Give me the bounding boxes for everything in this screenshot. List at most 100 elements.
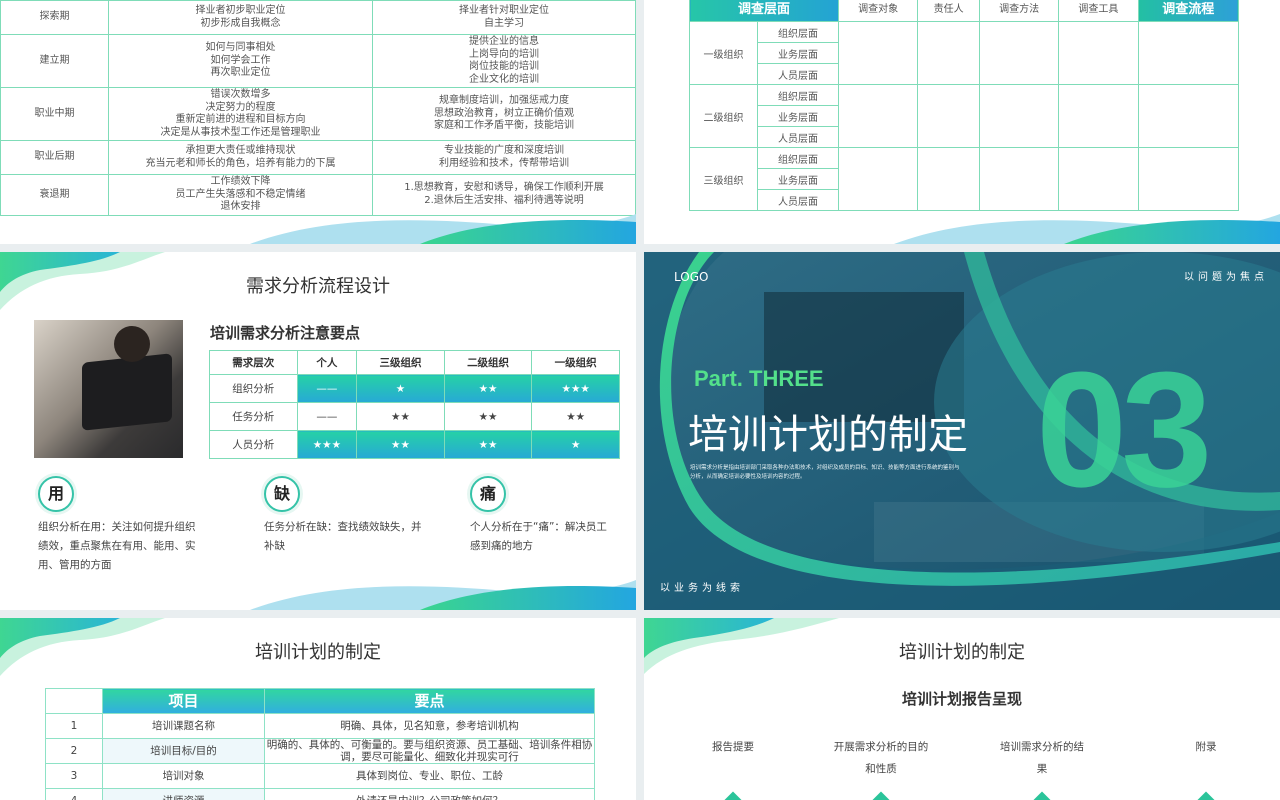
table-row: 组织分析 —— ★ ★★ ★★★	[209, 374, 620, 403]
header-column: 调查方法	[978, 0, 1060, 22]
slide-title: 培训计划的制定	[899, 642, 1025, 663]
table-row: 任务分析 —— ★★ ★★ ★★	[209, 402, 620, 431]
empty-cell	[917, 21, 980, 85]
cell-line: 思想政治教育，树立正确价值观	[434, 107, 574, 119]
slide-demand-analysis[interactable]: 需求分析流程设计 培训需求分析注意要点 需求层次 个人 三级组织 二级组织 一级组织 组织…	[0, 252, 636, 610]
sublevel-cell: 人员层面	[757, 189, 839, 211]
row-number: 4	[45, 788, 103, 800]
cell-line: 家庭和工作矛盾平衡，技能培训	[434, 120, 574, 132]
stage-training-cell: 专业技能的广度和深度培训 利用经验和技术，传帮带培训	[372, 140, 636, 175]
rating-cell: ★★	[443, 430, 533, 459]
stage-training-cell: 规章制度培训，加强惩戒力度 思想政治教育，树立正确价值观 家庭和工作矛盾平衡，技能培…	[372, 87, 636, 141]
header-cell: 个人	[296, 350, 358, 375]
cell-line: 初步形成自我概念	[200, 17, 281, 29]
rating-cell: ——	[296, 402, 358, 431]
cell-line: 员工产生失落感和不稳定情绪	[175, 188, 306, 200]
sublevel-cell: 业务层面	[757, 105, 839, 127]
rating-cell: ★★	[356, 402, 445, 431]
table-heading: 培训需求分析注意要点	[210, 324, 361, 342]
empty-cell	[837, 147, 919, 211]
cell-line: 企业文化的培训	[469, 73, 539, 85]
cell-line: 决定努力的程度	[205, 101, 276, 113]
cell-line: 择业者针对职业定位	[459, 5, 549, 16]
level-cell: 三级组织	[689, 147, 758, 211]
cell-line: 1.思想教育，安慰和诱导，确保工作顺利开展	[404, 182, 604, 194]
table-row: 2 培训目标/目的 明确的、具体的、可衡量的。要与组织资源、员工基础、培训条件相协调…	[45, 738, 595, 764]
logo: LOGO	[674, 270, 709, 284]
part-label: Part. THREE	[694, 366, 824, 391]
person-head-shape	[114, 326, 150, 362]
slide-section-cover[interactable]: LOGO 以问题为焦点 03 Part. THREE 培训计划的制定 培训需求分…	[644, 252, 1280, 610]
cell-line: 如何学会工作	[210, 54, 271, 66]
header-cell: 三级组织	[356, 350, 445, 375]
row-item: 讲师资源	[102, 788, 265, 800]
rating-cell: ★★	[443, 374, 533, 403]
row-label-cell: 任务分析	[209, 402, 298, 431]
table-row: 一级组织 组织层面	[689, 21, 1239, 85]
decorative-wave	[250, 214, 636, 244]
rating-cell: ★★★	[296, 430, 358, 459]
row-point: 外请还是内训？公司政策如何？	[264, 788, 595, 800]
point-description: 组织分析在用：关注如何提升组织绩效，重点聚焦在有用、能用、实用、管用的方面	[38, 521, 196, 571]
header-item: 项目	[102, 688, 265, 714]
stage-cell: 职业后期	[0, 140, 109, 175]
table-row: 职业后期 承担更大责任或维持现状 充当元老和师长的角色，培养有能力的下属 专业技能的广…	[0, 140, 636, 175]
cell-line: 规章制度培训，加强惩戒力度	[439, 95, 569, 107]
cell-line: 如何与同事相处	[205, 42, 276, 54]
row-label-cell: 组织分析	[209, 374, 298, 403]
empty-cell	[1058, 147, 1139, 211]
rating-cell: ★★	[531, 402, 620, 431]
header-survey-level: 调查层面	[689, 0, 839, 22]
header-column: 调查对象	[837, 0, 919, 22]
point-badge-icon: 用	[38, 476, 74, 512]
empty-cell	[837, 21, 919, 85]
sublevel-cell: 组织层面	[757, 84, 839, 106]
section-number: 03	[1036, 338, 1212, 521]
header-number	[45, 688, 103, 714]
slide-report-presentation[interactable]: 培训计划的制定 培训计划报告呈现 报告提要 开展需求分析的目的和性质 培训需求分析的…	[644, 618, 1280, 800]
header-cell: 一级组织	[531, 350, 620, 375]
point-description: 任务分析在缺：查找绩效缺失，并补缺	[264, 521, 422, 552]
cell-line: 承担更大责任或维持现状	[185, 145, 296, 156]
report-item-label: 报告提要	[712, 741, 754, 753]
point-badge-icon: 痛	[470, 476, 506, 512]
table-row: 三级组织 组织层面	[689, 147, 1239, 211]
row-point: 明确、具体，见名知意，参考培训机构	[264, 713, 595, 739]
rating-cell: ——	[296, 374, 358, 403]
sublevel-cell: 业务层面	[757, 168, 839, 190]
stage-cell: 建立期	[0, 34, 109, 88]
table-row: 人员分析 ★★★ ★★ ★★ ★	[209, 430, 620, 459]
slide-career-stages[interactable]: 探索期 择业者初步职业定位 初步形成自我概念 择业者针对职业定位 自主学习 建立期 如何与同…	[0, 0, 636, 244]
empty-cell	[1137, 147, 1239, 211]
table-row: 3 培训对象 具体到岗位、专业、职位、工龄	[45, 763, 595, 789]
table-row: 4讲师资源外请还是内训？公司政策如何？	[45, 788, 595, 800]
stage-training-cell: 提供企业的信息 上岗导向的培训 岗位技能的培训 企业文化的培训	[372, 34, 636, 88]
header-row: 调查层面 调查对象 责任人 调查方法 调查工具 调查流程	[689, 0, 1239, 22]
row-point: 明确的、具体的、可衡量的。要与组织资源、员工基础、培训条件相协调，要尽可能量化、…	[264, 738, 595, 764]
level-cell: 一级组织	[689, 21, 758, 85]
header-cell: 需求层次	[209, 350, 298, 375]
laptop-shape	[82, 353, 172, 431]
sublevel-cell: 业务层面	[757, 42, 839, 64]
cell-line: 充当元老和师长的角色，培养有能力的下属	[145, 157, 336, 169]
sublevel-cell: 组织层面	[757, 21, 839, 43]
cell-line: 自主学习	[484, 17, 524, 29]
cell-line: 专业技能的广度和深度培训	[444, 145, 564, 156]
empty-cell	[978, 147, 1060, 211]
cell-line: 提供企业的信息	[469, 36, 539, 47]
stage-training-cell: 择业者针对职业定位 自主学习	[372, 0, 636, 35]
cell-line: 再次职业定位	[210, 67, 271, 79]
stage-challenge-cell: 承担更大责任或维持现状 充当元老和师长的角色，培养有能力的下属	[108, 140, 373, 175]
row-number: 3	[45, 763, 103, 789]
table-row: 探索期 择业者初步职业定位 初步形成自我概念 择业者针对职业定位 自主学习	[0, 0, 636, 35]
slide-title: 培训计划的制定	[255, 642, 381, 663]
row-item: 培训对象	[102, 763, 265, 789]
header-point: 要点	[264, 688, 595, 714]
section-title: 培训计划的制定	[688, 412, 968, 458]
empty-cell	[1137, 84, 1239, 148]
slide-training-plan-table[interactable]: 培训计划的制定 项目 要点 1 培训课题名称 明确、具体，见名知意，参考培训机构 2 培训目…	[0, 618, 636, 800]
point-badge-icon: 缺	[264, 476, 300, 512]
decorative-wave	[250, 580, 636, 610]
stage-cell: 职业中期	[0, 87, 109, 141]
table-row: 1 培训课题名称 明确、具体，见名知意，参考培训机构	[45, 713, 595, 739]
